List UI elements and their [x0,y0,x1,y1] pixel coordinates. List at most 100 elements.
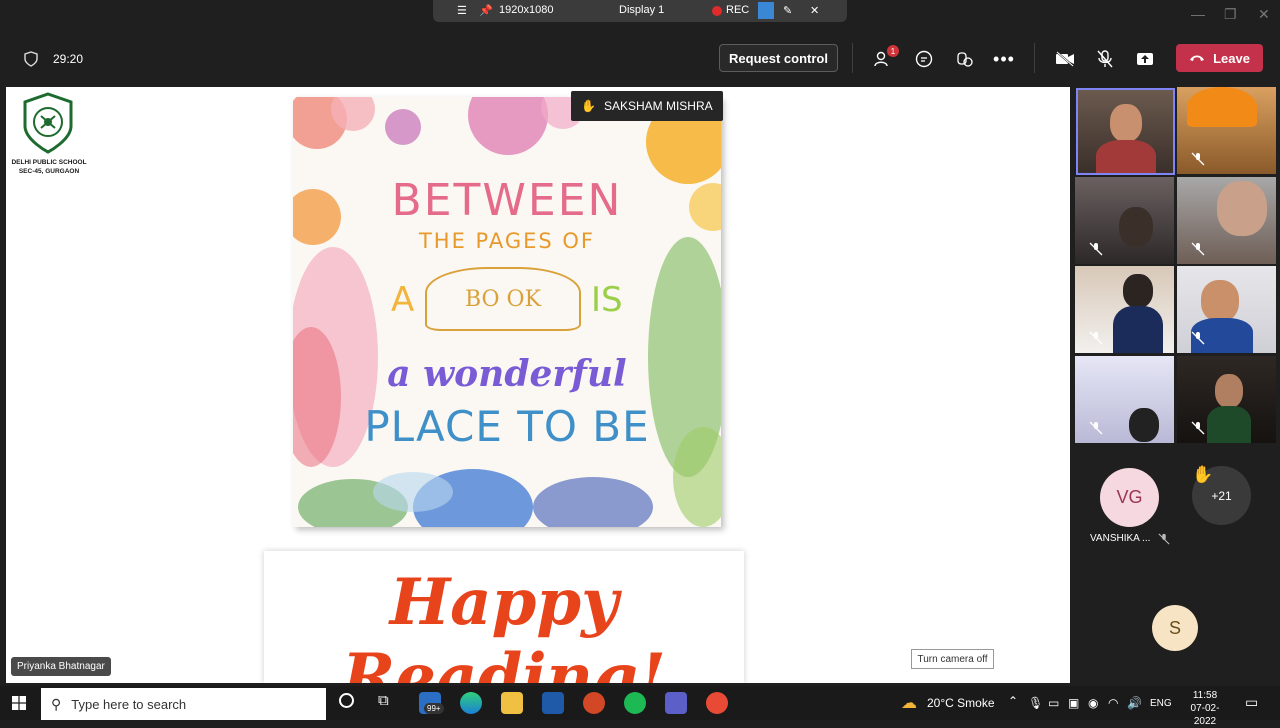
video-tile[interactable] [1075,266,1174,353]
participant-face [1217,181,1267,236]
video-tile[interactable] [1177,177,1276,264]
weather-label[interactable]: 20°C Smoke [927,696,995,710]
mic-tray-icon[interactable]: 🎙 [1028,696,1043,710]
search-placeholder: Type here to search [71,696,187,712]
taskbar-search[interactable]: ⚲ Type here to search [41,688,326,720]
mic-toggle[interactable] [1088,42,1122,76]
poster-line-place: PLACE TO BE [364,402,650,451]
video-tile[interactable] [1177,266,1276,353]
raise-hand-icon [957,52,973,67]
chat-button[interactable] [907,42,941,76]
participants-gallery: VG VANSHIKA ... +21 ✋ S [1070,85,1280,685]
request-control-button[interactable]: Request control [719,44,838,72]
avatar[interactable]: S [1152,605,1198,651]
poster-letter-a: A [391,280,415,320]
poster-line-wonderful: a wonderful [387,353,627,395]
more-options-button[interactable]: ••• [987,42,1021,76]
raised-hand-notification: ✋ SAKSHAM MISHRA [571,91,723,121]
video-tile[interactable] [1075,356,1174,443]
avatar[interactable]: VG [1100,468,1159,527]
happy-reading-banner: Happy Reading! [264,551,744,683]
close-window-icon[interactable]: ✕ [1258,6,1270,23]
chevron-up-icon[interactable]: ⌃ [1008,694,1018,708]
mic-off-icon [1191,152,1205,166]
school-name-line2: SEC-45, GURGAON [18,168,80,175]
search-icon: ⚲ [51,695,62,712]
chrome-icon[interactable] [706,692,728,714]
divider [852,43,853,73]
close-share-icon[interactable]: ✕ [810,4,819,17]
screen-share-bar: ☰ 📌 1920x1080 Display 1 REC ✎ ✕ [433,0,847,22]
mic-off-icon [1191,331,1205,345]
participant-face [1215,374,1243,408]
presenter-name-tag: Priyanka Bhatnagar [11,657,111,676]
display-label[interactable]: Display 1 [619,4,664,16]
maximize-icon[interactable]: ❐ [1224,6,1237,23]
mic-off-icon [1191,242,1205,256]
clock-time: 11:58 [1192,690,1218,701]
participant-body [1113,306,1163,353]
mic-off-icon [1097,50,1113,68]
participant-hat [1187,87,1257,127]
task-view-icon[interactable]: ⧉ [378,692,389,709]
poster-line-pages: THE PAGES OF [418,229,596,253]
happy-reading-text: Happy Reading! [342,565,666,683]
more-icon: ••• [993,48,1015,69]
windows-taskbar: ⚲ Type here to search ⧉ 99+ ☁ 20°C Smoke… [0,686,1280,727]
blank-screen-icon[interactable] [758,2,774,19]
clock[interactable]: 11:58 07-02-2022 [1180,689,1230,728]
pin-icon[interactable]: 📌 [479,4,493,17]
language-indicator[interactable]: ENG [1150,698,1172,709]
powerpoint-icon[interactable] [583,692,605,714]
camera-toggle[interactable] [1048,42,1082,76]
resolution-label: 1920x1080 [499,4,554,16]
hang-up-icon [1190,55,1205,61]
wifi-icon[interactable]: ◠ [1108,696,1118,710]
shield-icon [24,51,38,67]
share-screen-button[interactable] [1128,42,1162,76]
reactions-button[interactable] [947,42,981,76]
camera-off-icon [1056,51,1074,67]
rec-icon [712,6,722,16]
minimize-icon[interactable]: — [1191,6,1205,22]
spotify-icon[interactable] [624,692,646,714]
participant-face [1119,207,1153,247]
poster-word-is: IS [591,280,623,320]
video-tile[interactable] [1177,87,1276,174]
video-tile[interactable] [1076,88,1175,175]
menu-icon[interactable]: ☰ [457,4,467,17]
mic-off-icon [1089,331,1103,345]
pen-icon[interactable]: ✎ [783,4,792,17]
video-tile[interactable] [1075,177,1174,264]
leave-button[interactable]: Leave [1176,44,1263,72]
cortana-icon[interactable] [339,693,354,708]
participants-button[interactable]: 1 [867,42,901,76]
teams-icon[interactable] [665,692,687,714]
store-icon[interactable] [542,692,564,714]
tray-icon[interactable]: ▭ [1048,696,1059,710]
raised-hand-icon: ✋ [1192,465,1214,484]
participant-face [1201,280,1239,322]
poster-line-between: BETWEEN [391,175,623,226]
edge-icon[interactable] [460,692,482,714]
school-name-line1: DELHI PUBLIC SCHOOL [11,159,87,166]
participant-face [1123,274,1153,308]
tray-icon[interactable]: ◉ [1088,696,1098,710]
mic-off-icon [1089,242,1103,256]
file-explorer-icon[interactable] [501,692,523,714]
volume-icon[interactable]: 🔊 [1127,696,1142,710]
notification-icon[interactable]: ▭ [1245,694,1258,711]
rec-label: REC [726,4,750,16]
participant-name: VANSHIKA ... [1090,533,1151,544]
quote-poster: BETWEEN THE PAGES OF A BO OK IS a wonder… [293,97,721,527]
tray-icon[interactable]: ▣ [1068,696,1079,710]
video-tile[interactable] [1177,356,1276,443]
chat-icon [915,50,933,68]
divider [1034,43,1035,73]
clock-date: 07-02-2022 [1190,703,1220,727]
mic-off-icon [1191,421,1205,435]
raised-hand-name: SAKSHAM MISHRA [603,99,713,113]
meeting-timer: 29:20 [53,52,84,66]
windows-start-icon[interactable] [12,696,26,710]
participant-body [1096,140,1156,173]
